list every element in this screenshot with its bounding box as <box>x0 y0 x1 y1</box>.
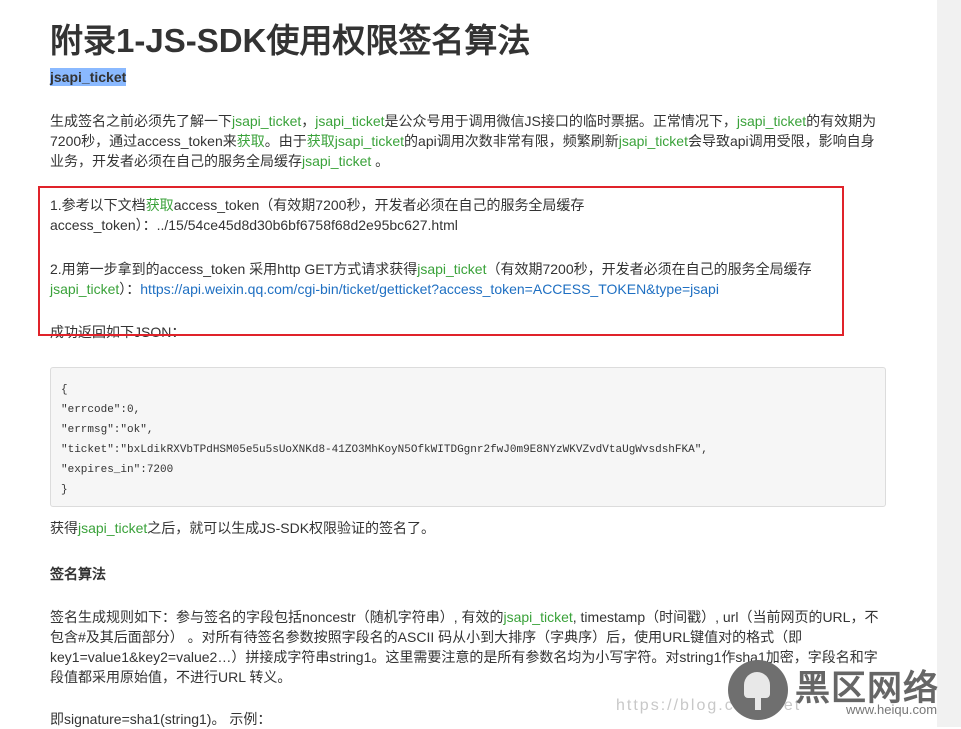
watermark-logo-icon <box>728 660 788 720</box>
code-line: } <box>61 484 68 496</box>
page-title: 附录1-JS-SDK使用权限签名算法 <box>50 22 531 59</box>
code-line: "errcode":0, <box>61 404 141 416</box>
get-jsapi-ticket-link[interactable]: 获取jsapi_ticket <box>307 133 404 149</box>
code-line: "expires_in":7200 <box>61 464 174 476</box>
code-line: "errmsg":"ok", <box>61 424 154 436</box>
jsapi-ticket-link[interactable]: jsapi_ticket <box>232 113 301 129</box>
jsapi-ticket-link[interactable]: jsapi_ticket <box>78 520 147 536</box>
signature-example-line: 即signature=sha1(string1)。 示例： <box>50 711 272 727</box>
code-line: { <box>61 384 68 396</box>
jsapi-ticket-link[interactable]: jsapi_ticket <box>302 153 371 169</box>
section-heading-signature-algorithm: 签名算法 <box>50 566 106 582</box>
get-link[interactable]: 获取 <box>237 133 265 149</box>
jsapi-ticket-anchor[interactable]: jsapi_ticket <box>50 68 127 86</box>
after-code-paragraph: 获得jsapi_ticket之后，就可以生成JS-SDK权限验证的签名了。 <box>50 520 436 536</box>
intro-paragraph: 生成签名之前必须先了解一下jsapi_ticket，jsapi_ticket是公… <box>50 113 877 169</box>
vertical-scrollbar[interactable] <box>937 0 961 727</box>
jsapi-ticket-link[interactable]: jsapi_ticket <box>737 113 806 129</box>
jsapi-ticket-link[interactable]: jsapi_ticket <box>503 609 572 625</box>
highlight-annotation-box <box>38 186 844 336</box>
jsapi-ticket-link[interactable]: jsapi_ticket <box>619 133 688 149</box>
code-line: "ticket":"bxLdikRXVbTPdHSM05e5u5sUoXNKd8… <box>61 444 708 456</box>
json-code-block: { "errcode":0, "errmsg":"ok", "ticket":"… <box>50 367 886 507</box>
watermark-domain: www.heiqu.com <box>846 702 938 717</box>
jsapi-ticket-link[interactable]: jsapi_ticket <box>315 113 384 129</box>
